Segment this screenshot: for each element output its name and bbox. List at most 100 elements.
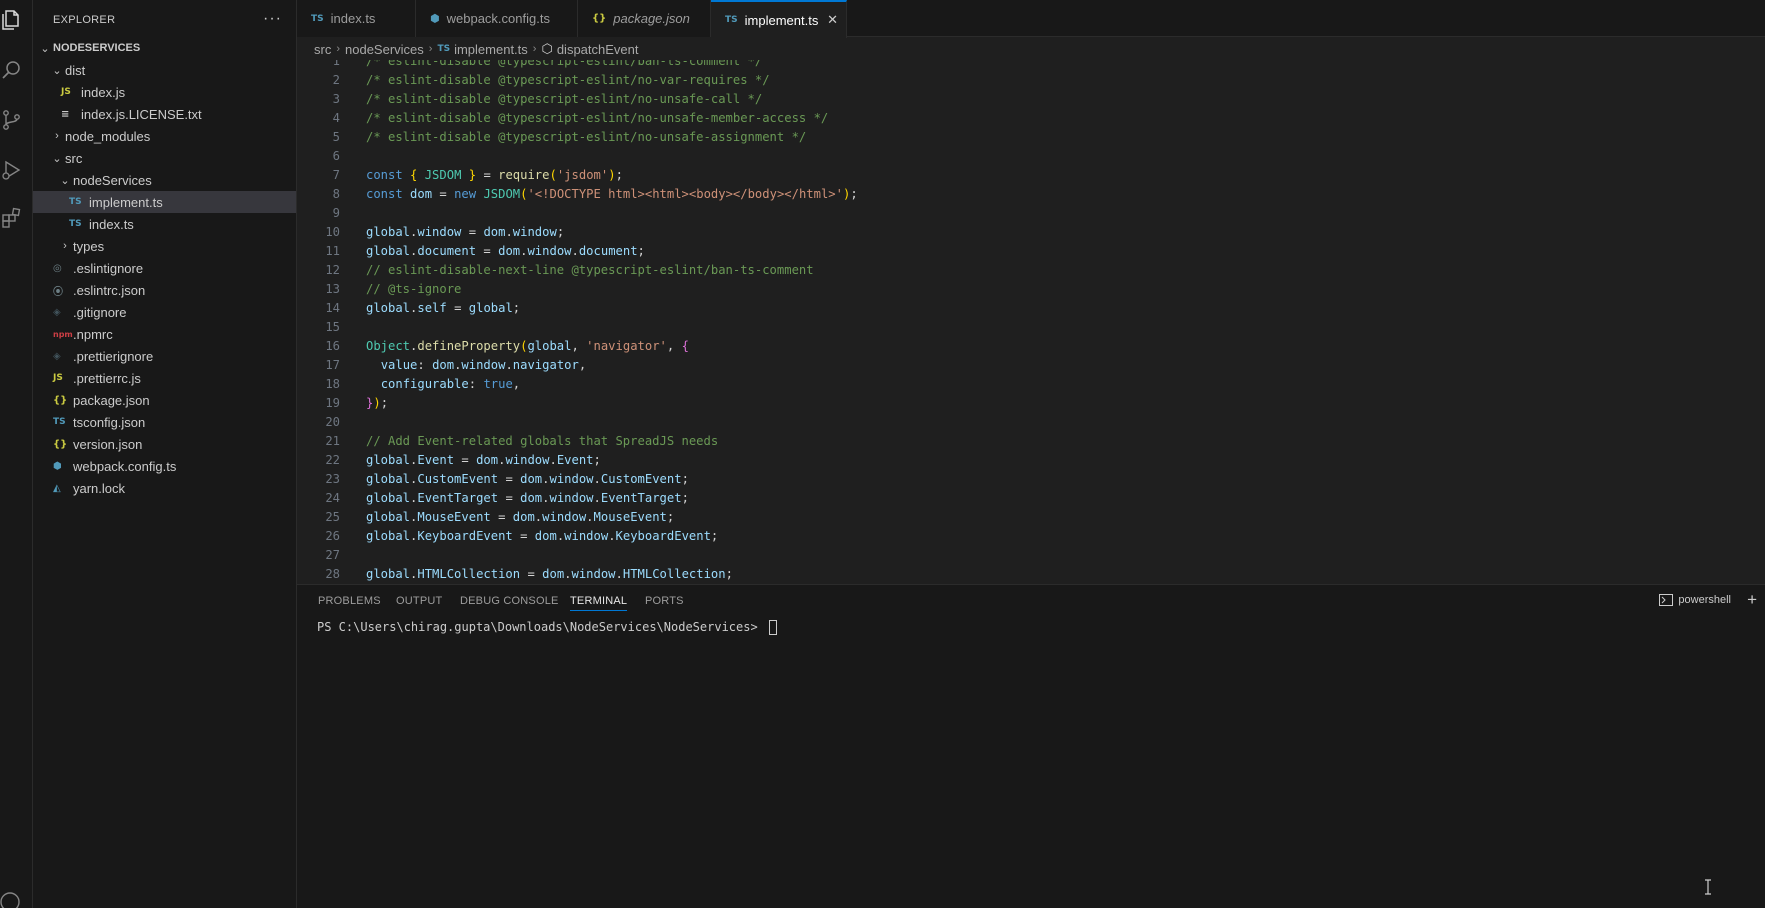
txt-file-icon: ≡ [61,108,70,120]
files-icon[interactable] [0,8,24,32]
tree-file[interactable]: {} package.json [33,389,296,411]
tab-label: webpack.config.ts [446,11,550,26]
tree-file[interactable]: ⬢ webpack.config.ts [33,455,296,477]
code-text: const dom = new JSDOM('<!DOCTYPE html><h… [366,187,858,201]
line-number: 1 [332,60,340,68]
tree-folder[interactable]: › types [33,235,296,257]
run-debug-icon[interactable] [0,158,24,182]
code-editor[interactable]: 1 /* eslint-disable @typescript-eslint/ba… [297,60,1765,584]
tab-problems[interactable]: PROBLEMS [318,595,381,607]
account-icon[interactable] [0,890,24,908]
code-text: /* eslint-disable @typescript-eslint/no-… [366,92,763,106]
line-number: 17 [325,358,340,372]
breadcrumb-file[interactable]: implement.ts [454,42,528,57]
source-control-icon[interactable] [0,108,24,132]
tab-index-ts[interactable]: TS index.ts [297,0,416,37]
tree-item-label: nodeServices [73,172,152,188]
terminal-shell[interactable]: powershell [1659,594,1731,606]
tab-label: package.json [613,11,690,26]
tree-folder[interactable]: ⌄ src [33,147,296,169]
chevron-right-icon: › [428,43,433,55]
code-text: global.MouseEvent = dom.window.MouseEven… [366,510,675,524]
extensions-icon[interactable] [0,206,24,230]
tree-file[interactable]: JS index.js [33,81,296,103]
breadcrumb: src › nodeServices › TS implement.ts › ⬡… [297,38,1765,60]
code-text: global.EventTarget = dom.window.EventTar… [366,491,689,505]
tree-item-label: index.js [81,84,126,100]
breadcrumb-symbol[interactable]: dispatchEvent [557,42,639,57]
tree-file[interactable]: npm .npmrc [33,323,296,345]
tab-ports[interactable]: PORTS [645,595,684,607]
more-actions-icon[interactable]: ··· [263,10,282,28]
chevron-right-icon: › [336,43,341,55]
code-text: global.self = global; [366,301,521,315]
breadcrumb-src[interactable]: src [314,42,331,57]
tree-item-label: node_modules [65,128,151,144]
activity-bar [0,0,33,908]
tree-file[interactable]: JS .prettierrc.js [33,367,296,389]
tree-file[interactable]: TS implement.ts [33,191,296,213]
tree-file[interactable]: ≡ index.js.LICENSE.txt [33,103,296,125]
new-terminal-icon[interactable]: + [1747,590,1757,610]
bottom-panel: PROBLEMS OUTPUT DEBUG CONSOLE TERMINAL P… [297,584,1765,908]
tree-item-label: index.js.LICENSE.txt [81,106,202,122]
chevron-down-icon: ⌄ [52,64,62,77]
tree-item-label: .gitignore [73,304,127,320]
terminal-output[interactable]: PS C:\Users\chirag.gupta\Downloads\NodeS… [317,620,777,635]
project-root[interactable]: ⌄ NODESERVICES [33,37,296,59]
tree-file[interactable]: {} version.json [33,433,296,455]
tab-debug-console[interactable]: DEBUG CONSOLE [460,595,559,607]
tab-webpack-config[interactable]: ⬢ webpack.config.ts [416,0,578,37]
tab-output[interactable]: OUTPUT [396,595,442,607]
tree-item-label: .prettierrc.js [73,370,141,386]
line-number: 18 [325,377,340,391]
chevron-down-icon: ⌄ [40,42,50,55]
line-number: 6 [332,149,340,163]
line-number: 25 [325,510,340,524]
tree-item-label: tsconfig.json [73,414,146,430]
line-number: 28 [325,567,340,581]
tree-folder[interactable]: ⌄ nodeServices [33,169,296,191]
tab-implement-ts[interactable]: TS implement.ts ✕ [711,0,847,38]
code-text: global.document = dom.window.document; [366,244,645,258]
tree-file[interactable]: ⦿ .eslintrc.json [33,279,296,301]
tab-label: index.ts [330,11,376,26]
search-icon[interactable] [0,58,24,82]
line-number: 2 [332,73,340,87]
wp-file-icon: ⬢ [53,460,62,472]
line-number: 3 [332,92,340,106]
tree-item-label: webpack.config.ts [73,458,177,474]
close-icon[interactable]: ✕ [827,12,838,28]
explorer-title: EXPLORER [53,14,116,26]
line-number: 23 [325,472,340,486]
code-text: const { JSDOM } = require('jsdom'); [366,168,623,182]
npm-file-icon: npm [53,329,73,339]
tree-file[interactable]: ◭ yarn.lock [33,477,296,499]
tree-file[interactable]: ◎ .eslintignore [33,257,296,279]
eslint-file-icon: ◎ [53,262,62,274]
line-number: 11 [325,244,340,258]
line-number: 9 [332,206,340,220]
tree-file[interactable]: TS tsconfig.json [33,411,296,433]
tsconfig-file-icon: TS [53,417,66,427]
code-text: }); [366,396,389,410]
breadcrumb-folder[interactable]: nodeServices [345,42,424,57]
line-number: 5 [332,130,340,144]
code-text: /* eslint-disable @typescript-eslint/no-… [366,111,829,125]
tree-folder[interactable]: ⌄ dist [33,59,296,81]
ts-file-icon: TS [69,219,82,229]
line-number: 22 [325,453,340,467]
shell-name: powershell [1678,594,1731,606]
tree-file[interactable]: ◈ .gitignore [33,301,296,323]
tree-file[interactable]: TS index.ts [33,213,296,235]
tab-package-json[interactable]: {} package.json [578,0,711,37]
json-file-icon: {} [53,438,68,450]
explorer-sidebar: EXPLORER ··· ⌄ NODESERVICES ⌄ dist JS index… [33,0,297,908]
js-file-icon: JS [53,373,63,383]
tab-terminal[interactable]: TERMINAL [570,595,628,611]
explorer-header: EXPLORER ··· [33,0,296,40]
tree-item-label: src [65,150,83,166]
tree-file[interactable]: ◈ .prettierignore [33,345,296,367]
symbol-method-icon: ⬡ [541,41,553,56]
tree-folder[interactable]: › node_modules [33,125,296,147]
